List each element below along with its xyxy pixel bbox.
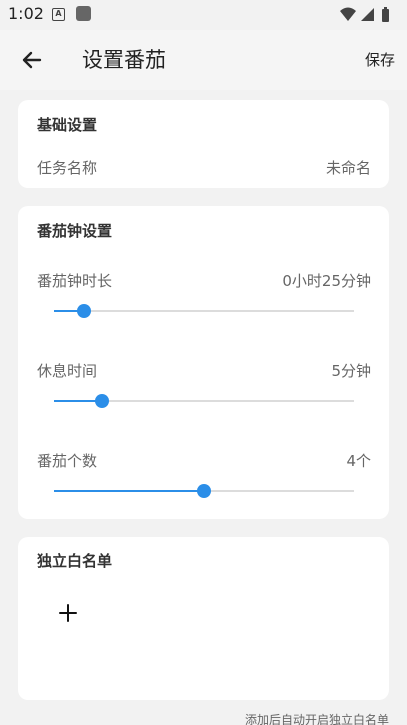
app-bar: 设置番茄 保存 bbox=[0, 30, 407, 90]
save-button[interactable]: 保存 bbox=[365, 49, 395, 70]
rest-time-slider[interactable] bbox=[54, 391, 354, 411]
slider-thumb[interactable] bbox=[95, 394, 109, 408]
basic-settings-card: 基础设置 任务名称 未命名 bbox=[18, 100, 389, 188]
tomato-settings-card: 番茄钟设置 番茄钟时长 0小时25分钟 休息时间 5分钟 番茄个数 4个 bbox=[18, 206, 389, 519]
tomato-count-value: 4个 bbox=[346, 452, 371, 470]
rest-time-value: 5分钟 bbox=[331, 362, 371, 380]
tomato-settings-title: 番茄钟设置 bbox=[37, 222, 113, 240]
whitelist-title: 独立白名单 bbox=[37, 552, 113, 570]
whitelist-hint: 添加后自动开启独立白名单 bbox=[244, 713, 389, 725]
notification-a-icon: A bbox=[52, 8, 65, 21]
tomato-duration-label: 番茄钟时长 bbox=[37, 272, 113, 290]
whitelist-card: 独立白名单 bbox=[18, 537, 389, 700]
task-name-label: 任务名称 bbox=[37, 159, 98, 177]
battery-icon bbox=[382, 7, 389, 22]
tomato-duration-slider[interactable] bbox=[54, 301, 354, 321]
back-arrow-icon[interactable] bbox=[18, 46, 46, 74]
status-time: 1:02 bbox=[8, 4, 44, 23]
rest-time-label: 休息时间 bbox=[37, 362, 98, 380]
wifi-icon bbox=[340, 7, 356, 21]
basic-settings-title: 基础设置 bbox=[37, 116, 98, 134]
tomato-count-label: 番茄个数 bbox=[37, 452, 98, 470]
slider-thumb[interactable] bbox=[77, 304, 91, 318]
page-title: 设置番茄 bbox=[82, 48, 166, 72]
slider-thumb[interactable] bbox=[197, 484, 211, 498]
signal-icon bbox=[361, 8, 374, 21]
tomato-count-slider[interactable] bbox=[54, 481, 354, 501]
slider-track bbox=[54, 310, 354, 312]
add-app-button[interactable] bbox=[54, 599, 82, 627]
tomato-duration-value: 0小时25分钟 bbox=[282, 272, 371, 290]
slider-fill bbox=[54, 490, 204, 492]
plus-icon bbox=[59, 604, 77, 622]
notification-square-icon bbox=[76, 6, 91, 21]
task-name-value[interactable]: 未命名 bbox=[326, 157, 371, 178]
status-icons bbox=[339, 6, 399, 28]
status-bar: 1:02 A bbox=[0, 0, 407, 30]
